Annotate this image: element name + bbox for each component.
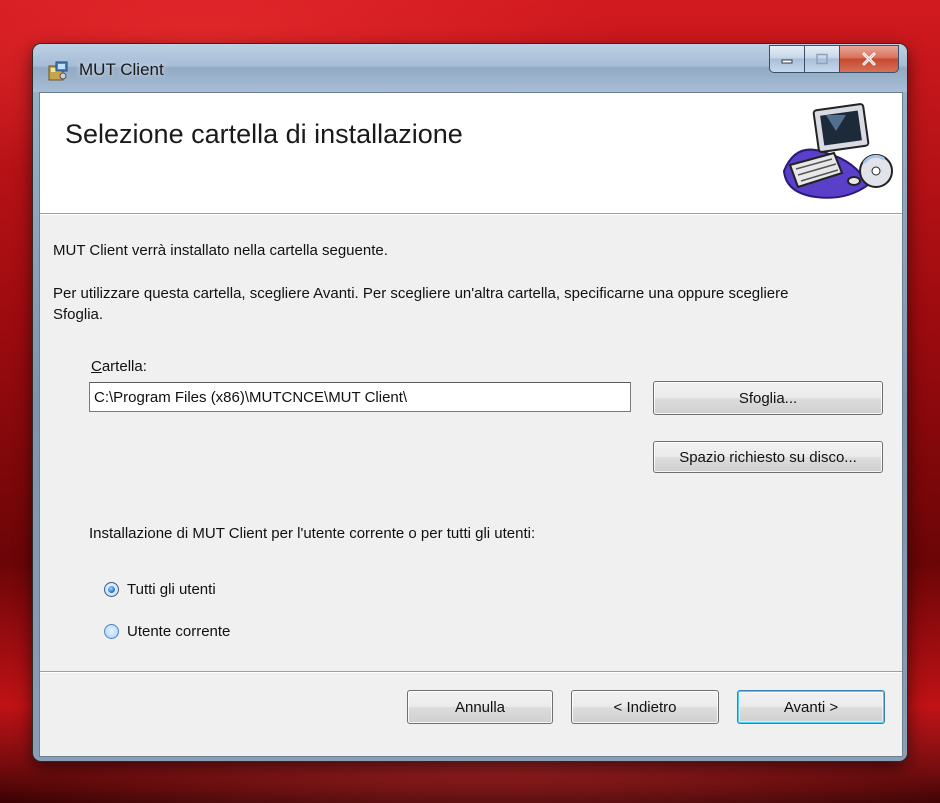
minimize-icon bbox=[781, 59, 793, 64]
header-panel: Selezione cartella di installazione bbox=[40, 93, 902, 215]
maximize-icon bbox=[816, 53, 828, 65]
radio-button-unchecked[interactable] bbox=[104, 624, 119, 639]
radio-all-users[interactable]: Tutti gli utenti bbox=[104, 581, 216, 598]
dialog-client-area: Selezione cartella di installazione MUT … bbox=[39, 92, 903, 757]
folder-label-text: artella: bbox=[101, 358, 147, 375]
radio-current-user-label: Utente corrente bbox=[127, 623, 231, 640]
install-scope-question: Installazione di MUT Client per l'utente… bbox=[89, 525, 536, 542]
computer-cd-icon bbox=[782, 103, 893, 199]
minimize-button[interactable] bbox=[769, 45, 805, 73]
back-button[interactable]: < Indietro bbox=[571, 690, 719, 724]
folder-label: Cartella: bbox=[91, 356, 147, 377]
caption-buttons bbox=[769, 45, 899, 73]
page-title: Selezione cartella di installazione bbox=[65, 119, 463, 149]
disk-space-button[interactable]: Spazio richiesto su disco... bbox=[653, 441, 883, 473]
radio-current-user[interactable]: Utente corrente bbox=[104, 623, 230, 640]
folder-path-input[interactable] bbox=[89, 382, 631, 412]
browse-button[interactable]: Sfoglia... bbox=[653, 381, 883, 415]
close-button[interactable] bbox=[840, 45, 899, 73]
window-title: MUT Client bbox=[79, 60, 164, 79]
installer-icon bbox=[48, 61, 68, 81]
maximize-button[interactable] bbox=[805, 45, 840, 73]
installer-window: MUT Client Selezione cartella di install… bbox=[33, 44, 907, 761]
intro-text: MUT Client verrà installato nella cartel… bbox=[53, 242, 388, 259]
radio-all-users-label: Tutti gli utenti bbox=[127, 581, 216, 598]
next-button[interactable]: Avanti > bbox=[737, 690, 885, 724]
folder-label-accelerator: C bbox=[91, 358, 102, 375]
close-icon bbox=[862, 52, 876, 66]
cancel-button[interactable]: Annulla bbox=[407, 690, 553, 724]
radio-button-checked[interactable] bbox=[104, 582, 119, 597]
instructions-text: Per utilizzare questa cartella, sceglier… bbox=[53, 285, 789, 323]
title-bar[interactable]: MUT Client bbox=[33, 44, 907, 92]
footer-divider bbox=[40, 671, 902, 673]
